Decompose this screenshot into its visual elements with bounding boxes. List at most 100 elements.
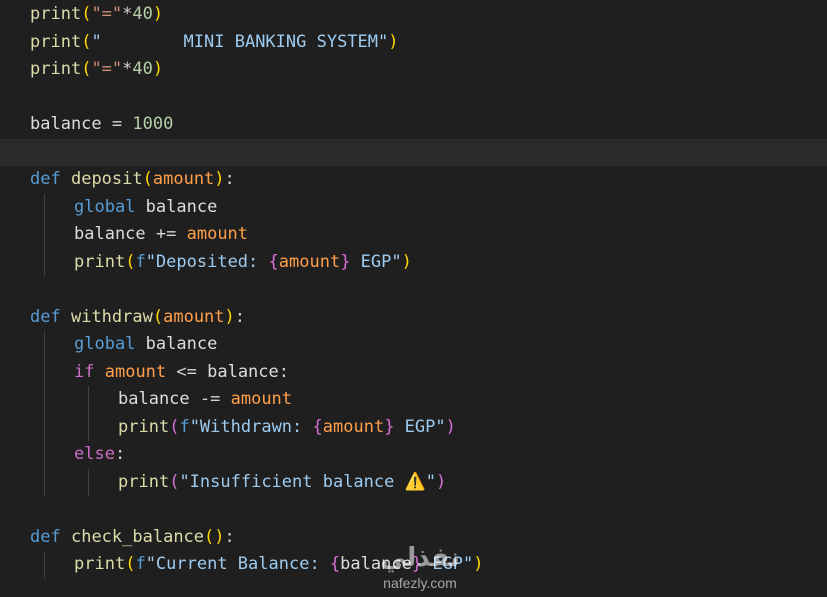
code-text: global balance [30,197,217,217]
code-token: "Current Balance: [145,554,330,574]
code-text: print("="*40) [30,59,163,79]
code-token: ) [152,4,164,24]
code-token: balance [145,334,218,354]
code-token: global [74,196,136,217]
code-line[interactable] [30,276,827,304]
code-line[interactable]: def check_balance(): [30,524,827,552]
code-token: global [74,334,136,354]
code-token: 40 [132,4,153,24]
code-token: "=" [91,4,123,24]
code-token: f [135,554,146,574]
code-token: ( [125,554,136,574]
code-token: += [145,224,187,244]
code-token: else [74,444,115,464]
code-token: : [114,444,126,464]
code-line[interactable] [30,496,827,524]
indent-guide [44,441,45,469]
code-text: print("Insufficient balance ⚠️") [30,472,446,492]
code-token: amount [322,416,385,437]
code-token: ( [81,4,92,24]
code-token: def [30,526,61,547]
code-text: print(f"Withdrawn: {amount} EGP") [30,417,456,437]
code-line[interactable]: print("="*40) [30,1,827,29]
code-token: deposit [70,169,143,189]
indent-guide [44,386,45,414]
code-token: * [122,4,133,24]
code-token: * [122,59,133,79]
code-token: ) [401,251,412,272]
code-token: if [74,361,95,382]
code-token: 40 [132,59,153,79]
code-token: balance [30,114,102,134]
code-token: ( [125,251,136,272]
code-line[interactable]: print("Insufficient balance ⚠️") [30,468,827,496]
code-token: print [118,416,170,437]
code-line[interactable]: balance = 1000 [30,111,827,139]
code-token: ) [388,31,399,52]
code-text: if amount <= balance: [30,362,289,382]
code-token: balance [207,361,279,382]
code-token: ( [169,416,180,437]
code-line[interactable] [0,138,827,166]
code-line[interactable]: def deposit(amount): [30,166,827,194]
code-token: print [74,251,126,272]
code-token: " [425,471,437,492]
code-token: ( [142,169,153,189]
indent-guide [44,551,45,579]
indent-guide [44,413,45,441]
code-token: "Insufficient balance [179,471,405,492]
code-token: ⚠️ [404,471,426,492]
code-token: "Withdrawn: [189,416,313,437]
code-line[interactable]: def withdraw(amount): [30,304,827,332]
code-line[interactable]: print("="*40) [30,56,827,84]
code-token: ) [473,554,484,574]
code-token: EGP" [394,416,446,437]
code-token: def [30,306,61,327]
code-token: ) [445,416,456,437]
code-line[interactable]: if amount <= balance: [30,358,827,386]
code-token: amount [152,169,215,189]
code-line[interactable]: else: [30,441,827,469]
code-token: () [204,526,225,547]
code-line[interactable]: print(f"Withdrawn: {amount} EGP") [30,413,827,441]
code-token: 1000 [132,114,174,134]
code-token: amount [104,361,167,382]
code-token: { [268,251,279,272]
code-token: f [179,416,190,437]
code-token: balance [340,554,412,574]
code-token: amount [230,389,293,409]
code-token: withdraw [70,306,153,327]
code-line[interactable]: balance += amount [30,221,827,249]
code-token: def [30,169,61,189]
code-line[interactable]: print(f"Deposited: {amount} EGP") [30,248,827,276]
code-text: print(f"Current Balance: {balance} EGP") [30,554,484,574]
code-token: = [101,114,133,134]
code-token: check_balance [70,526,205,547]
code-token: ) [152,59,164,79]
code-token: } [411,554,423,574]
indent-guide [44,331,45,359]
code-line[interactable] [30,84,827,112]
code-line[interactable]: global balance [30,331,827,359]
code-token: { [312,416,323,437]
code-token: amount [186,224,249,244]
code-line[interactable]: print(f"Current Balance: {balance} EGP") [30,551,827,579]
code-token: print [30,31,82,52]
indent-guide [88,413,89,441]
code-text: global balance [30,334,217,354]
code-token: balance [74,224,146,244]
code-line[interactable]: global balance [30,193,827,221]
code-token: " MINI BANKING SYSTEM" [91,31,389,52]
code-token: f [135,251,146,272]
code-token: EGP" [350,251,402,272]
code-editor[interactable]: print("="*40) print(" MINI BANKING SYSTEM… [0,0,827,597]
code-line[interactable]: balance -= amount [30,386,827,414]
code-line[interactable]: print(" MINI BANKING SYSTEM") [30,29,827,57]
code-token: print [118,471,170,492]
code-lines[interactable]: print("="*40) print(" MINI BANKING SYSTEM… [0,1,827,579]
